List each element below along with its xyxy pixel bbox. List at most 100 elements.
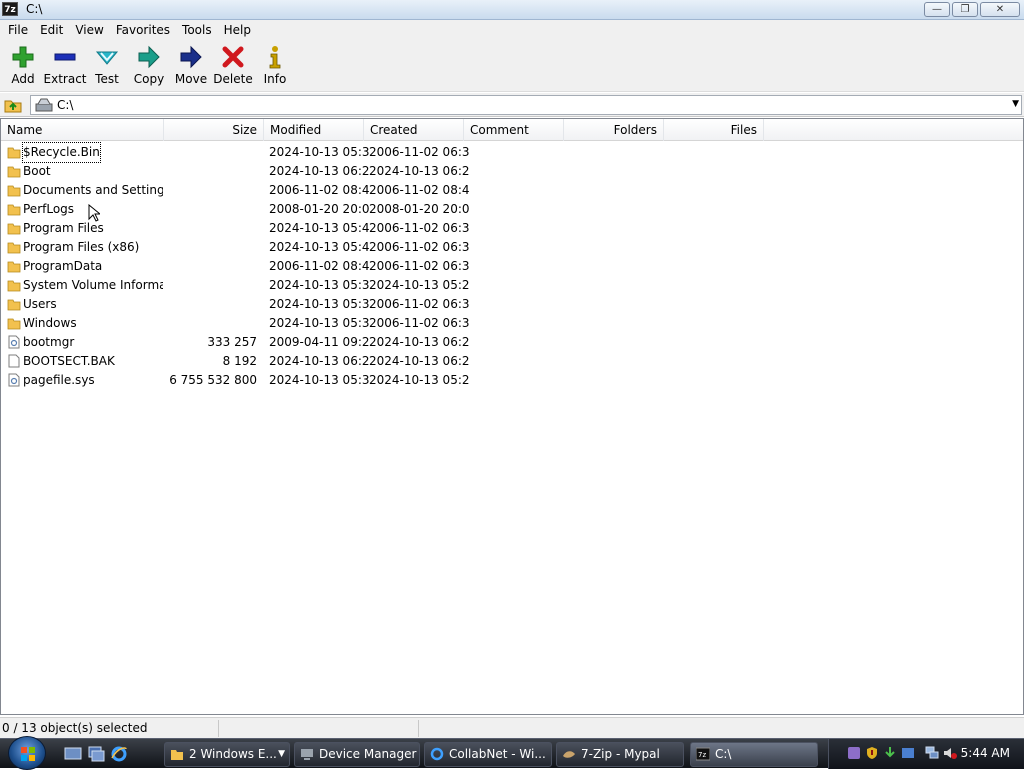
file-modified: 2008-01-20 20:03: [269, 202, 369, 216]
task-mypal[interactable]: 7-Zip - Mypal: [556, 742, 684, 767]
column-files[interactable]: Files: [664, 119, 764, 141]
file-created: 2008-01-20 20:03: [369, 202, 469, 216]
menu-view[interactable]: View: [69, 20, 109, 40]
folder-icon: [7, 242, 21, 254]
extract-button[interactable]: Extract: [43, 40, 87, 90]
ie-icon[interactable]: [110, 745, 128, 763]
file-row[interactable]: Users 2024-10-13 05:34 2006-11-02 06:33: [1, 295, 1023, 314]
delete-label: Delete: [213, 72, 253, 86]
move-button[interactable]: Move: [170, 40, 212, 90]
copy-label: Copy: [133, 72, 165, 86]
file-row[interactable]: Documents and Settings 2006-11-02 08:41 20…: [1, 181, 1023, 200]
up-folder-button[interactable]: [2, 95, 24, 115]
task-device-manager[interactable]: Device Manager: [294, 742, 420, 767]
minimize-icon: —: [932, 3, 942, 15]
file-modified: 2024-10-13 05:43: [269, 221, 369, 235]
start-button[interactable]: [8, 736, 46, 770]
minimize-button[interactable]: —: [924, 2, 950, 17]
file-list[interactable]: Name Size Modified Created Comment Folde…: [0, 118, 1024, 715]
address-input[interactable]: [57, 98, 957, 112]
column-modified[interactable]: Modified: [264, 119, 364, 141]
info-icon: [269, 46, 281, 69]
system-tray: 5:44 AM: [828, 739, 1024, 769]
security-shield-icon[interactable]: [865, 746, 879, 760]
file-modified: 2024-10-13 05:32: [269, 373, 369, 387]
test-label: Test: [95, 72, 119, 86]
file-row[interactable]: Boot 2024-10-13 06:27 2024-10-13 06:27: [1, 162, 1023, 181]
file-name: Documents and Settings: [23, 183, 163, 197]
show-desktop-icon[interactable]: [64, 745, 82, 763]
task-7zip-c-drive[interactable]: 7z C:\: [690, 742, 818, 767]
column-name[interactable]: Name: [1, 119, 164, 141]
file-name: Users: [23, 297, 57, 311]
switch-windows-icon[interactable]: [87, 745, 105, 763]
file-row[interactable]: $Recycle.Bin 2024-10-13 05:34 2006-11-02 0…: [1, 142, 1023, 163]
window-title: C:\: [26, 2, 43, 16]
windows-logo-icon: [21, 747, 35, 761]
menu-favorites[interactable]: Favorites: [110, 20, 176, 40]
file-row[interactable]: pagefile.sys 6 755 532 800 2024-10-13 05:3…: [1, 371, 1023, 390]
folder-icon: [7, 261, 21, 273]
menu-tools[interactable]: Tools: [176, 20, 218, 40]
check-icon: [95, 51, 119, 65]
file-row[interactable]: BOOTSECT.BAK 8 192 2024-10-13 06:28 2024-10…: [1, 352, 1023, 371]
menu-bar: File Edit View Favorites Tools Help: [0, 20, 1024, 40]
info-button[interactable]: Info: [254, 40, 296, 90]
address-field[interactable]: ▼: [30, 95, 1022, 115]
column-created[interactable]: Created: [364, 119, 464, 141]
column-size[interactable]: Size: [164, 119, 264, 141]
file-name: Program Files (x86): [23, 240, 140, 254]
copy-button[interactable]: Copy: [128, 40, 170, 90]
ie-icon: [430, 747, 444, 761]
menu-edit[interactable]: Edit: [34, 20, 69, 40]
task-collabnet[interactable]: CollabNet - Wi...: [424, 742, 552, 767]
extract-label: Extract: [43, 72, 87, 86]
file-row[interactable]: Windows 2024-10-13 05:36 2006-11-02 06:33: [1, 314, 1023, 333]
file-size: 333 257: [207, 335, 257, 349]
file-row[interactable]: System Volume Informa... 2024-10-13 05:36…: [1, 276, 1023, 295]
folder-icon: [7, 318, 21, 330]
safely-remove-icon[interactable]: [883, 746, 897, 760]
file-name: BOOTSECT.BAK: [23, 354, 115, 368]
mypal-icon: [563, 751, 575, 758]
file-modified: 2024-10-13 05:34: [269, 145, 369, 159]
file-row[interactable]: Program Files 2024-10-13 05:43 2006-11-02 …: [1, 219, 1023, 238]
status-bar: 0 / 13 object(s) selected: [0, 717, 1024, 738]
system-file-icon: [8, 373, 20, 387]
file-modified: 2024-10-13 06:27: [269, 164, 369, 178]
task-label: 7-Zip - Mypal: [581, 747, 660, 761]
maximize-button[interactable]: ❐: [952, 2, 978, 17]
add-button[interactable]: Add: [2, 40, 44, 90]
file-row[interactable]: Program Files (x86) 2024-10-13 05:40 2006-…: [1, 238, 1023, 257]
network-icon[interactable]: [925, 746, 939, 760]
toolbar: Add Extract Test Copy Move Delete Info: [0, 40, 1024, 92]
test-button[interactable]: Test: [86, 40, 128, 90]
file-modified: 2006-11-02 08:41: [269, 259, 369, 273]
close-button[interactable]: ✕: [980, 2, 1020, 17]
file-row[interactable]: bootmgr 333 257 2009-04-11 09:24 2024-10-13…: [1, 333, 1023, 352]
mouse-cursor-icon: [88, 204, 100, 222]
file-created: 2006-11-02 06:33: [369, 240, 469, 254]
7zip-app-icon: 7z: [2, 2, 18, 16]
clock[interactable]: 5:44 AM: [961, 746, 1010, 760]
column-folders[interactable]: Folders: [564, 119, 664, 141]
file-created: 2024-10-13 06:27: [369, 164, 469, 178]
tray-app-icon[interactable]: [901, 746, 915, 760]
tray-app-icon[interactable]: [847, 746, 861, 760]
file-created: 2006-11-02 06:33: [369, 297, 469, 311]
arrow-right-dark-icon: [180, 45, 202, 69]
status-divider: [218, 720, 219, 737]
column-comment[interactable]: Comment: [464, 119, 564, 141]
file-row[interactable]: PerfLogs 2008-01-20 20:03 2008-01-20 20:03: [1, 200, 1023, 219]
file-name: pagefile.sys: [23, 373, 95, 387]
file-row[interactable]: ProgramData 2006-11-02 08:41 2006-11-02 06…: [1, 257, 1023, 276]
menu-help[interactable]: Help: [218, 20, 257, 40]
file-created: 2006-11-02 08:41: [369, 183, 469, 197]
task-windows-explorer[interactable]: 2 Windows E... ▼: [164, 742, 290, 767]
chevron-down-icon: ▼: [278, 749, 285, 759]
delete-button[interactable]: Delete: [212, 40, 254, 90]
chevron-down-icon[interactable]: ▼: [1012, 99, 1019, 109]
restore-icon: ❐: [960, 3, 970, 15]
volume-muted-icon[interactable]: [943, 746, 957, 760]
menu-file[interactable]: File: [2, 20, 34, 40]
